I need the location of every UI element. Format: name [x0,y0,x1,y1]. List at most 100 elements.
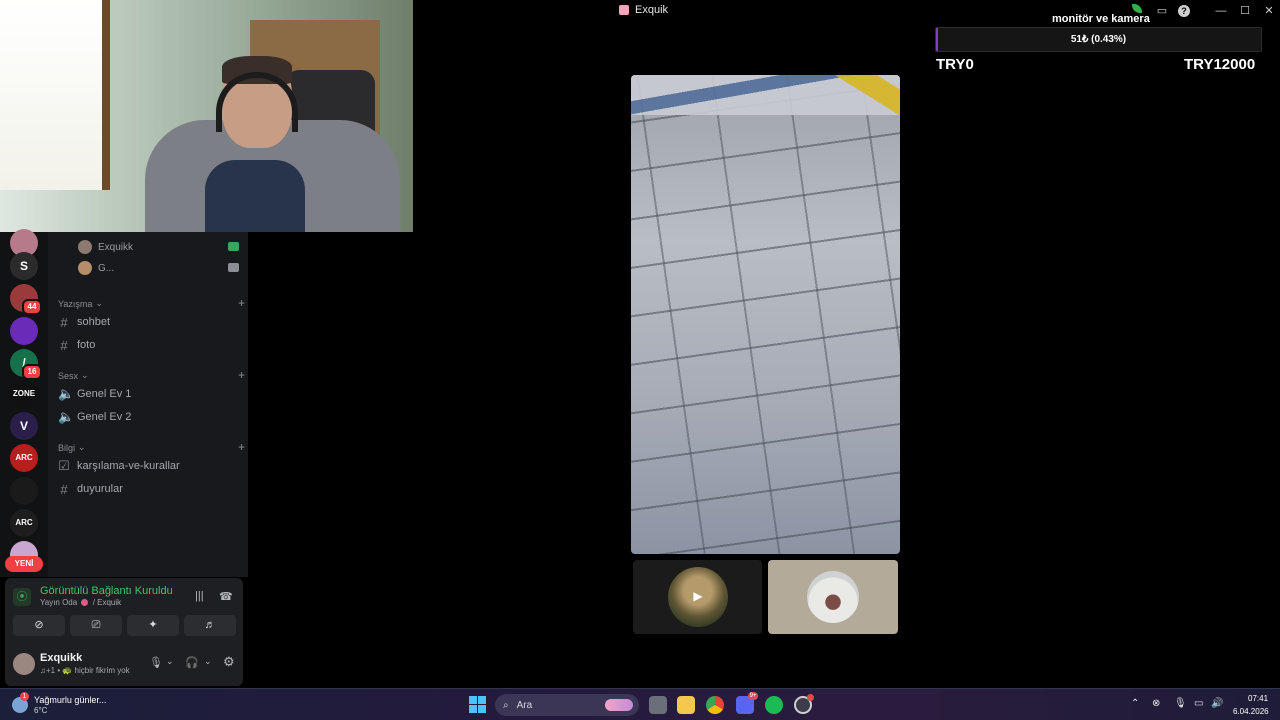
donation-goal-label: monitör ve kamera [1052,13,1150,25]
game-icon [228,242,239,251]
app-logo-icon [619,5,629,15]
video-camera-icon: ▶ [693,589,703,603]
server-icon-8[interactable]: ARC [10,444,38,472]
channel-name: foto [77,339,96,351]
category-sesx[interactable]: Sesx ⌄ + [58,368,245,382]
weather-title[interactable]: Yağmurlu günler... [34,695,106,705]
app-title: Exquik [619,4,668,16]
category-label: Bilgi [58,442,76,453]
user-name[interactable]: Exquikk [40,652,82,664]
steam-icon[interactable] [794,694,814,714]
avatar[interactable] [13,653,35,675]
inbox-icon[interactable]: ▭ [1154,3,1170,19]
file-explorer-icon[interactable] [677,696,695,714]
app-title-text: Exquik [635,4,669,16]
speaker-icon: 🔈 [58,386,75,401]
taskbar-search[interactable]: ⌕ Ara [495,694,639,716]
channel-genel-ev-2[interactable]: 🔈 Genel Ev 2 [58,407,238,427]
category-yazisma[interactable]: Yazışma ⌄ + [58,296,245,310]
donation-progress-text: 51₺ (0.43%) [1070,34,1127,45]
server-icon-3[interactable]: 44 [10,284,42,315]
server-icon-5[interactable]: /16 [10,349,42,380]
help-icon[interactable]: ? [1178,5,1190,17]
clock-time[interactable]: 07:41 [1248,694,1268,703]
windows-logo-icon [469,696,477,704]
text-channel-icon: # [60,481,68,497]
channel-foto[interactable]: # foto [58,335,238,355]
windows-logo-icon [469,705,477,713]
avatar [78,240,92,254]
microphone-icon[interactable]: 🎙 [1174,698,1187,709]
channel-duyurular[interactable]: # duyurular [58,479,238,499]
soundboard-button[interactable]: ♬ [184,615,236,636]
server-icon-7[interactable]: V [10,412,38,440]
rules-icon: ☑ [58,458,70,473]
taskbar: 1 Yağmurlu günler... 6°C ⌕ Ara 9+ ⌃ ⊗ 🎙 … [0,688,1280,720]
server-glyph: S [19,259,28,273]
minimize-button[interactable]: — [1213,3,1229,19]
windows-logo-icon [478,705,486,713]
close-button[interactable]: ✕ [1261,3,1277,19]
notification-badge: 1 [20,692,29,701]
screen-share-button[interactable]: ⎚ [70,615,122,636]
participant-tile[interactable]: ▶ [633,560,762,634]
task-view-icon[interactable] [649,696,667,714]
windows-start-button[interactable] [469,696,486,713]
volume-icon[interactable]: 🔊 [1211,698,1223,709]
channel-karsilama-ve-kurallar[interactable]: ☑ karşılama-ve-kurallar [58,456,238,476]
chevron-down-icon: ⌄ [95,298,103,308]
donation-min: TRY0 [936,56,974,73]
add-channel-icon[interactable]: + [238,296,245,310]
channel-sohbet[interactable]: # sohbet [58,312,238,332]
voice-user-name: G... [98,262,115,274]
voice-room-name: Yayın Oda [40,598,78,607]
server-icon-6[interactable]: ZONE [10,380,38,408]
activities-button[interactable]: ✦ [127,615,179,636]
maximize-button[interactable]: ☐ [1237,3,1253,19]
server-rail: S 44/16 ZONE V ARC ARC [0,229,48,577]
display-icon[interactable]: ▭ [1194,698,1203,709]
chevron-down-icon[interactable]: ⌄ [166,656,174,667]
user-panel: Exquikk ♫+1 • 🐢 hiçbir fikrim yok 🎙 ⌄ 🎧 … [13,650,239,678]
channel-name: sohbet [77,316,111,328]
voice-server-name: / Exquik [92,598,122,607]
voice-user[interactable]: Exquikk [78,238,239,256]
voice-user[interactable]: G... [78,259,239,277]
microphone-icon[interactable]: 🎙 [149,656,163,669]
spotify-icon[interactable] [765,696,783,714]
signal-icon[interactable]: ⦿ [13,588,31,606]
windows-logo-icon [478,696,486,704]
chrome-icon[interactable] [706,696,724,714]
search-placeholder: Ara [516,699,533,711]
disconnect-icon[interactable]: ☎ [219,590,233,603]
new-badge[interactable]: YENİ [5,556,43,572]
channel-genel-ev-1[interactable]: 🔈 Genel Ev 1 [58,384,238,404]
noise-suppression-icon[interactable]: ||| [195,590,204,602]
add-channel-icon[interactable]: + [238,440,245,454]
voice-connection-panel: ⦿ Görüntülü Bağlantı Kuruldu Yayın Oda /… [5,578,243,686]
channel-name: Genel Ev 1 [77,388,132,400]
chevron-down-icon[interactable]: ⌄ [204,656,212,667]
mention-badge: 16 [22,364,42,380]
discord-icon[interactable]: 9+ [736,692,758,714]
voice-room[interactable]: Yayın Oda / Exquik [40,598,121,607]
tray-app-icon[interactable]: ⊗ [1152,698,1160,709]
clock-date[interactable]: 6.04.2026 [1233,707,1269,716]
webcam-person-leg [205,160,305,232]
participant-tile[interactable] [768,560,898,634]
webcam-overlay [0,0,413,232]
gear-icon[interactable]: ⚙ [223,654,235,670]
add-channel-icon[interactable]: + [238,368,245,382]
main-video-stream[interactable] [631,75,900,554]
webcam-window [0,0,110,190]
mention-badge: 44 [22,299,42,315]
text-channel-icon: # [60,314,68,330]
camera-off-button[interactable]: ⊘ [13,615,65,636]
headphones-icon[interactable]: 🎧 [185,656,199,669]
chevron-up-icon[interactable]: ⌃ [1131,698,1139,709]
category-bilgi[interactable]: Bilgi ⌄ + [58,440,245,454]
server-icon-2[interactable]: S [10,252,38,280]
server-icon-10[interactable]: ARC [10,509,38,537]
server-icon-9[interactable] [10,477,38,505]
server-icon-4[interactable] [10,317,38,345]
